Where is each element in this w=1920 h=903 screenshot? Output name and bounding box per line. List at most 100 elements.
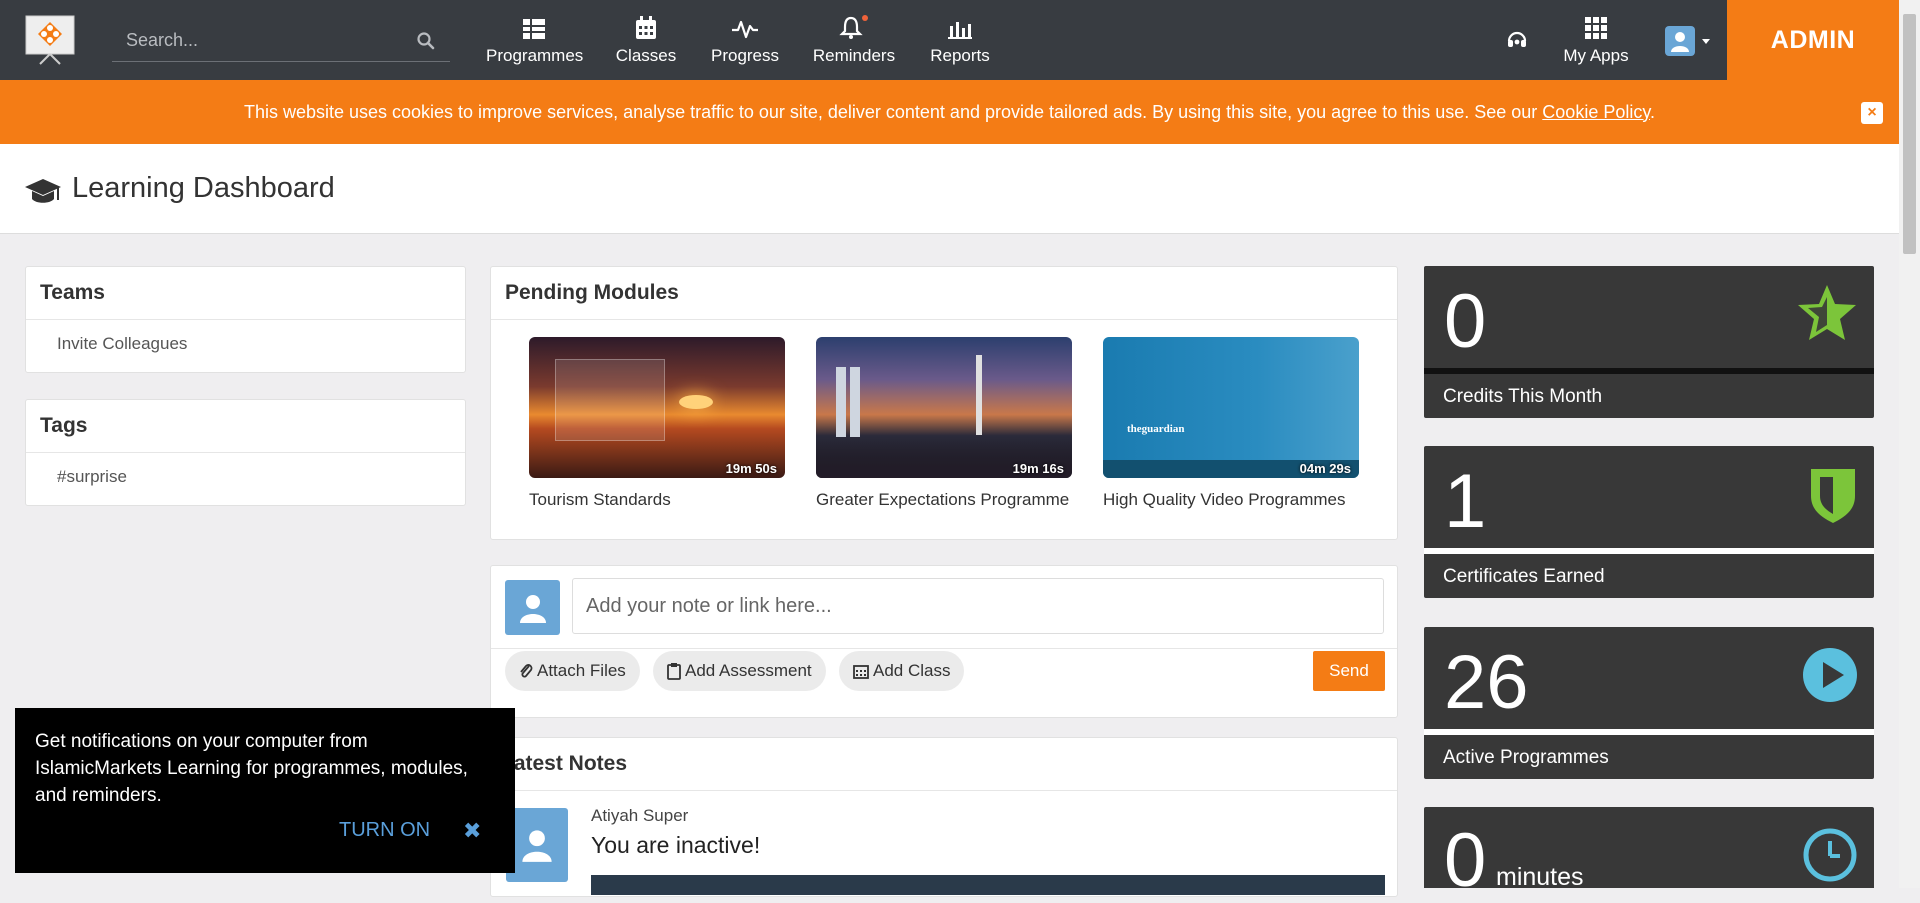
user-icon	[522, 830, 552, 862]
top-navbar: Programmes Classes Progress Reminders R	[0, 0, 1899, 80]
stat-label: Credits This Month	[1424, 374, 1874, 418]
star-icon	[1798, 285, 1856, 340]
stat-credits: 0 Credits This Month	[1424, 266, 1874, 418]
close-icon[interactable]: ✖	[463, 817, 481, 844]
nav-label: Reminders	[812, 46, 896, 65]
note-text: You are inactive!	[591, 832, 761, 858]
logo[interactable]	[22, 14, 78, 66]
module-card[interactable]: 19m 16s Greater Expectations Programme	[816, 337, 1072, 509]
stat-value: 1	[1444, 459, 1487, 544]
presentation-logo-icon	[25, 15, 75, 65]
tower-image	[976, 355, 982, 435]
nav-reports[interactable]: Reports	[928, 12, 992, 68]
bell-icon	[839, 15, 868, 39]
notification-prompt: Get notifications on your computer from …	[15, 708, 515, 873]
module-card[interactable]: 19m 50s Tourism Standards	[529, 337, 785, 509]
module-title[interactable]: Tourism Standards	[529, 490, 785, 509]
avatar	[505, 580, 560, 635]
nav-progress[interactable]: Progress	[710, 12, 780, 68]
stat-value: 0	[1444, 279, 1487, 364]
scrollbar-thumb[interactable]	[1903, 14, 1916, 254]
pending-modules-title: Pending Modules	[491, 267, 1397, 320]
search-icon[interactable]	[416, 31, 436, 51]
admin-button[interactable]: ADMIN	[1727, 0, 1899, 80]
nav-label: Reports	[930, 46, 990, 65]
stat-value: 26	[1444, 640, 1529, 725]
headset-icon[interactable]	[1505, 28, 1529, 52]
send-button[interactable]: Send	[1313, 651, 1385, 691]
stat-minutes: 0 minutes	[1424, 807, 1874, 899]
nav-label: Programmes	[486, 46, 584, 65]
note-input[interactable]	[572, 578, 1384, 634]
scrollbar[interactable]	[1899, 0, 1920, 888]
note-author[interactable]: Atiyah Super	[591, 806, 688, 826]
latest-notes-title: Latest Notes	[491, 738, 1397, 791]
pulse-icon	[732, 20, 758, 39]
module-duration: 19m 50s	[725, 461, 777, 476]
module-thumbnail[interactable]: 19m 16s	[816, 337, 1072, 478]
stat-active-programmes: 26 Active Programmes	[1424, 627, 1874, 779]
nav-reminders[interactable]: Reminders	[812, 12, 896, 68]
user-icon	[519, 594, 546, 623]
cookie-policy-link[interactable]: Cookie Policy	[1542, 102, 1650, 122]
calendar-icon	[636, 16, 656, 39]
table-icon	[523, 19, 545, 39]
calendar-icon	[853, 665, 869, 679]
user-menu[interactable]	[1665, 26, 1715, 56]
divider	[491, 648, 1397, 649]
search-input[interactable]	[112, 22, 402, 58]
nav-label: Classes	[615, 46, 677, 65]
page-header: Learning Dashboard	[0, 144, 1899, 234]
nav-label: Progress	[710, 46, 780, 65]
paperclip-icon	[520, 664, 533, 678]
invite-colleagues-link[interactable]: Invite Colleagues	[26, 320, 465, 368]
attach-files-button[interactable]: Attach Files	[505, 651, 640, 691]
guardian-logo: theguardian	[1127, 423, 1185, 435]
bar-chart-icon	[948, 22, 972, 39]
stat-label: Active Programmes	[1424, 735, 1874, 779]
grid-icon	[1585, 17, 1607, 39]
add-class-button[interactable]: Add Class	[839, 651, 965, 691]
nav-classes[interactable]: Classes	[614, 12, 678, 68]
teams-title: Teams	[26, 267, 465, 320]
turn-on-button[interactable]: TURN ON	[339, 817, 430, 844]
add-assessment-button[interactable]: Add Assessment	[653, 651, 826, 691]
cookie-close-button[interactable]: ×	[1861, 102, 1883, 124]
notification-text: Get notifications on your computer from …	[35, 731, 468, 806]
sun-image	[679, 395, 713, 409]
tags-title: Tags	[26, 400, 465, 453]
module-thumbnail[interactable]: 19m 50s	[529, 337, 785, 478]
tags-card: Tags #surprise	[25, 399, 466, 506]
nav-programmes[interactable]: Programmes	[486, 12, 584, 68]
my-apps-button[interactable]: My Apps	[1560, 12, 1632, 68]
play-icon	[1803, 648, 1857, 702]
cookie-text: This website uses cookies to improve ser…	[243, 101, 1656, 122]
shield-icon	[1811, 469, 1855, 523]
stat-certificates: 1 Certificates Earned	[1424, 446, 1874, 598]
clock-icon	[1803, 828, 1857, 882]
chevron-down-icon	[1702, 39, 1710, 44]
module-card[interactable]: theguardian 04m 29s High Quality Video P…	[1103, 337, 1359, 509]
clipboard-icon	[667, 663, 681, 680]
pending-modules-card: Pending Modules 19m 50s Tourism Standard…	[490, 266, 1398, 540]
module-title[interactable]: Greater Expectations Programme	[816, 490, 1072, 509]
notification-dot	[862, 15, 868, 21]
module-thumbnail[interactable]: theguardian 04m 29s	[1103, 337, 1359, 478]
avatar	[506, 808, 568, 882]
tower-image	[850, 367, 860, 437]
search-box	[112, 22, 450, 62]
nav-label: My Apps	[1563, 46, 1629, 65]
note-attachment[interactable]	[591, 875, 1385, 895]
user-avatar-icon	[1665, 26, 1710, 56]
latest-notes-card: Latest Notes Atiyah Super You are inacti…	[490, 737, 1398, 897]
stat-label: Certificates Earned	[1424, 554, 1874, 598]
tag-item[interactable]: #surprise	[26, 453, 465, 501]
cookie-banner: This website uses cookies to improve ser…	[0, 80, 1899, 144]
module-title[interactable]: High Quality Video Programmes	[1103, 490, 1359, 509]
module-duration: 04m 29s	[1299, 461, 1351, 476]
note-composer: Attach Files Add Assessment Add Class Se…	[490, 565, 1398, 718]
tower-image	[836, 367, 846, 437]
teams-card: Teams Invite Colleagues	[25, 266, 466, 373]
book-cover-image	[555, 359, 665, 441]
module-duration: 19m 16s	[1012, 461, 1064, 476]
